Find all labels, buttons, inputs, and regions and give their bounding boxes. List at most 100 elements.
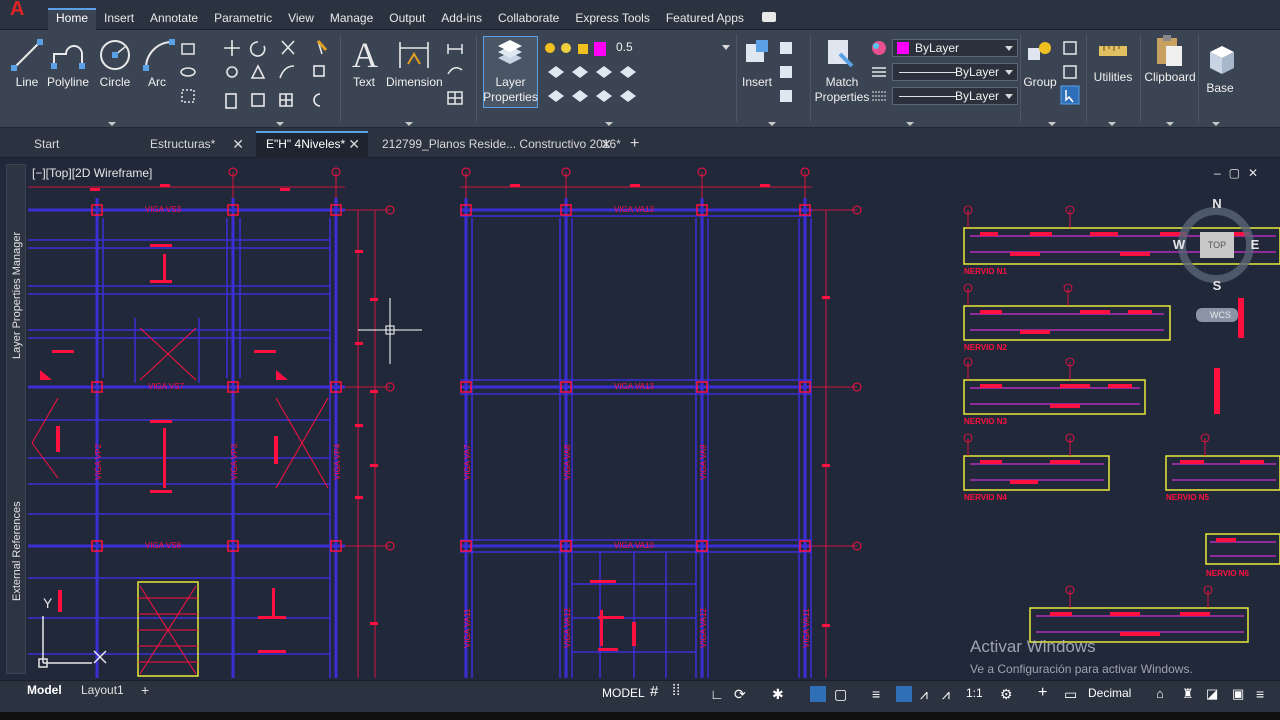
app-logo[interactable]: A <box>10 0 40 22</box>
viewport-controls[interactable]: [−][Top][2D Wireframe] <box>32 166 152 180</box>
tab-home[interactable]: Home <box>48 8 97 30</box>
object-snap-tracking-icon[interactable] <box>810 686 826 702</box>
grid-icon[interactable]: # <box>650 683 658 700</box>
annotation-visibility-icon[interactable] <box>896 686 912 702</box>
text-icon[interactable]: A <box>350 34 380 75</box>
utilities-button[interactable]: Utilities <box>1090 70 1136 85</box>
match-properties-label-2[interactable]: Properties <box>814 90 870 105</box>
tab-manage[interactable]: Manage <box>322 8 381 30</box>
groups-panel-chevron-icon[interactable] <box>1048 122 1056 126</box>
tab-parametric[interactable]: Parametric <box>206 8 280 30</box>
add-layout-icon[interactable]: + <box>141 682 149 700</box>
annotation-panel-chevron-icon[interactable] <box>405 122 413 126</box>
units-icon[interactable]: ▭ <box>1064 686 1077 703</box>
annotation-scale-icon[interactable]: ⩘ <box>942 686 950 703</box>
doc-tab-planos[interactable]: 212799_Planos Reside... Constructivo 201… <box>372 131 621 158</box>
layer-properties-manager-palette[interactable]: Layer Properties Manager <box>11 232 23 359</box>
linetype-dropdown[interactable]: ByLayer <box>892 63 1018 81</box>
ortho-icon[interactable]: ∟ <box>710 686 724 702</box>
layers-panel-chevron-icon[interactable] <box>605 122 613 126</box>
viewcube-south[interactable]: S <box>1213 278 1222 293</box>
text-button[interactable]: Text <box>350 75 378 90</box>
tab-view[interactable]: View <box>280 8 322 30</box>
tab-featured-apps[interactable]: Featured Apps <box>658 8 752 30</box>
circle-button[interactable]: Circle <box>98 75 132 90</box>
gear-icon[interactable]: ⚙ <box>1000 686 1013 703</box>
tab-model[interactable]: Model <box>27 682 62 700</box>
match-properties-label-1[interactable]: Match <box>814 75 870 90</box>
tab-add-ins[interactable]: Add-ins <box>433 8 490 30</box>
viewcube-top-label[interactable]: TOP <box>1208 240 1226 250</box>
tab-layout1[interactable]: Layout1 <box>81 682 124 700</box>
modify-tools-icon[interactable] <box>222 38 332 124</box>
close-icon[interactable]: ✕ <box>348 133 360 156</box>
line-button[interactable]: Line <box>14 75 40 90</box>
arc-button[interactable]: Arc <box>144 75 170 90</box>
utilities-panel-chevron-icon[interactable] <box>1108 122 1116 126</box>
dimension-button[interactable]: Dimension <box>386 75 443 90</box>
doc-tab-eh-4niveles[interactable]: E"H" 4Niveles* ✕ <box>256 131 368 158</box>
insert-button[interactable]: Insert <box>738 75 776 90</box>
tab-annotate[interactable]: Annotate <box>142 8 206 30</box>
group-tools-icon[interactable] <box>1060 38 1082 130</box>
annotation-scale-value[interactable]: 1:1 <box>966 686 983 700</box>
group-button[interactable]: Group <box>1022 75 1058 90</box>
model-space-toggle[interactable]: MODEL <box>602 686 645 700</box>
doc-tab-estructuras[interactable]: Estructuras* ✕ <box>140 131 252 158</box>
modify-panel-chevron-icon[interactable] <box>276 122 284 126</box>
add-icon[interactable]: + <box>1038 684 1047 702</box>
dimension-icon[interactable] <box>396 38 432 72</box>
lineweight-dropdown[interactable]: ByLayer <box>892 87 1018 105</box>
snap-icon[interactable]: ⁞⁞ <box>672 682 680 699</box>
clipboard-panel-chevron-icon[interactable] <box>1166 122 1174 126</box>
insert-block-icon[interactable] <box>742 38 772 68</box>
current-layer-dropdown[interactable]: 0.5 <box>604 39 734 57</box>
viewport-window-controls[interactable]: –▢✕ <box>1214 166 1266 180</box>
ribbon-display-toggle-icon[interactable] <box>762 12 776 22</box>
draw-panel-chevron-icon[interactable] <box>108 122 116 126</box>
viewcube[interactable]: TOP N S W E WCS <box>1173 196 1260 322</box>
tab-express-tools[interactable]: Express Tools <box>567 8 657 30</box>
fullscreen-icon[interactable]: ▣ <box>1232 686 1244 702</box>
drawing-canvas[interactable]: VIGA VS3 VIGA VS7 VIGA VS8 VIGA VP2 VIGA… <box>0 158 1280 680</box>
lock-ui-icon[interactable]: ♜ <box>1182 686 1194 702</box>
clipboard-icon[interactable] <box>1154 34 1184 68</box>
isolate-objects-icon[interactable]: ◪ <box>1206 686 1218 702</box>
view-panel-chevron-icon[interactable] <box>1212 122 1220 126</box>
polyline-icon[interactable] <box>50 40 86 72</box>
tab-output[interactable]: Output <box>381 8 433 30</box>
tab-collaborate[interactable]: Collaborate <box>490 8 567 30</box>
drawing-area[interactable]: VIGA VS3 VIGA VS7 VIGA VS8 VIGA VP2 VIGA… <box>0 158 1280 680</box>
customize-menu-icon[interactable]: ≡ <box>1256 686 1264 702</box>
draw-tools-icon[interactable] <box>178 40 208 120</box>
arc-icon[interactable] <box>142 38 176 72</box>
color-dropdown[interactable]: ByLayer <box>892 39 1018 57</box>
new-tab-icon[interactable]: + <box>630 135 639 153</box>
quick-properties-icon[interactable]: ⌂ <box>1156 686 1164 701</box>
line-icon[interactable] <box>10 38 44 72</box>
units-value[interactable]: Decimal <box>1088 686 1131 700</box>
group-icon[interactable] <box>1026 38 1054 68</box>
utilities-icon[interactable] <box>1098 42 1128 60</box>
doc-tab-start[interactable]: Start <box>24 131 134 158</box>
wcs-menu[interactable]: WCS <box>1210 310 1231 320</box>
polyline-button[interactable]: Polyline <box>46 75 90 90</box>
tab-insert[interactable]: Insert <box>96 8 142 30</box>
layer-tools-icon[interactable] <box>544 64 654 132</box>
close-icon[interactable]: ✕ <box>600 131 612 157</box>
annotation-tools-icon[interactable] <box>446 40 470 126</box>
block-panel-chevron-icon[interactable] <box>768 122 776 126</box>
properties-panel-chevron-icon[interactable] <box>906 122 914 126</box>
viewcube-north[interactable]: N <box>1212 196 1221 211</box>
viewcube-east[interactable]: E <box>1251 237 1260 252</box>
base-button[interactable]: Base <box>1204 81 1236 96</box>
viewcube-west[interactable]: W <box>1173 237 1186 252</box>
clipboard-button[interactable]: Clipboard <box>1144 70 1196 85</box>
external-references-palette[interactable]: External References <box>11 501 23 601</box>
polar-tracking-icon[interactable]: ⟳ <box>734 686 746 703</box>
auto-scale-icon[interactable]: ⩘ <box>920 686 928 703</box>
isodraft-icon[interactable]: ✱ <box>772 686 784 703</box>
circle-icon[interactable] <box>98 38 132 72</box>
object-snap-icon[interactable]: ▢ <box>834 686 847 703</box>
block-tools-icon[interactable] <box>778 40 798 120</box>
